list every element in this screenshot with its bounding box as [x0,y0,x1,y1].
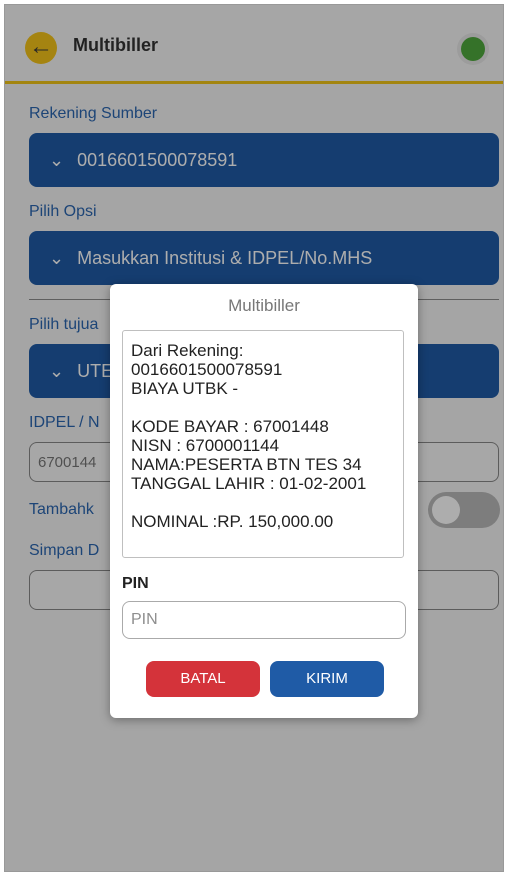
pin-label: PIN [122,575,149,592]
cancel-button[interactable]: BATAL [146,661,260,697]
app-screen: ← Multibiller Rekening Sumber ⌄ 00166015… [4,4,504,872]
transaction-details: Dari Rekening: 0016601500078591 BIAYA UT… [122,330,404,558]
submit-button[interactable]: KIRIM [270,661,384,697]
multibiller-dialog: Multibiller Dari Rekening: 0016601500078… [110,284,418,718]
dialog-title: Multibiller [228,296,300,315]
pin-input[interactable] [122,601,406,639]
